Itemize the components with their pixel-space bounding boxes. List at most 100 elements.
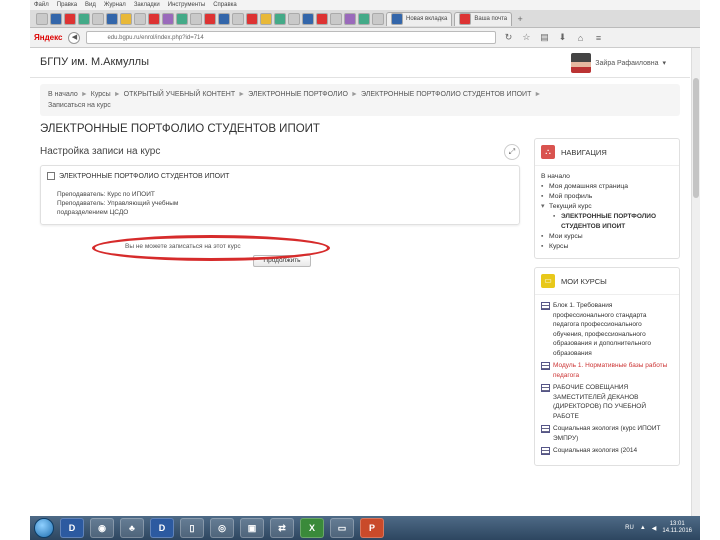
download-icon[interactable]: ⬇	[556, 32, 568, 43]
nav-item-my-courses[interactable]: Мои курсы	[541, 232, 673, 242]
firefox-icon[interactable]: ◉	[90, 518, 114, 538]
clock[interactable]: 13:01 14.11.2016	[662, 521, 692, 535]
tab-favicon[interactable]	[302, 12, 314, 25]
tab-favicon[interactable]	[330, 12, 342, 25]
chrome-icon[interactable]: ◎	[210, 518, 234, 538]
list-item[interactable]: Блок 1. Требования профессионального ста…	[541, 301, 673, 358]
powerpoint-icon[interactable]: P	[360, 518, 384, 538]
reload-icon[interactable]: ↻	[502, 32, 514, 43]
tab-favicon[interactable]	[120, 12, 132, 25]
tab-favicon[interactable]	[274, 12, 286, 25]
list-item[interactable]: Социальная экология (курс ИПОИТ ЭМПРУ)	[541, 424, 673, 443]
scroll-thumb[interactable]	[693, 78, 699, 198]
course-icon	[541, 362, 550, 370]
tab-favicon[interactable]	[36, 12, 48, 25]
nav-item-home[interactable]: В начало	[541, 172, 673, 182]
tab-favicon[interactable]	[78, 12, 90, 25]
yandex-logo: Яндекс	[34, 33, 63, 42]
hamburger-menu-icon[interactable]: ≡	[592, 33, 604, 43]
tab-favicon[interactable]	[232, 12, 244, 25]
nav-item-course[interactable]: ЭЛЕКТРОННЫЕ ПОРТФОЛИО СТУДЕНТОВ ИПОИТ	[541, 212, 673, 232]
course-icon	[541, 384, 550, 392]
course-link[interactable]: Модуль 1. Нормативные базы работы педаго…	[553, 361, 673, 380]
monitor-icon[interactable]: ▣	[240, 518, 264, 538]
menu-bookmarks[interactable]: Закладки	[134, 2, 160, 8]
tab-mail[interactable]: Ваша почта	[454, 11, 513, 26]
browser-tabs-bar: Новая вкладка Ваша почта +	[30, 10, 700, 28]
document-icon[interactable]: ▯	[180, 518, 204, 538]
tab-favicon[interactable]	[344, 12, 356, 25]
tab-favicon[interactable]	[190, 12, 202, 25]
course-link[interactable]: РАБОЧИЕ СОВЕЩАНИЯ ЗАМЕСТИТЕЛЕЙ ДЕКАНОВ (…	[553, 383, 673, 421]
course-link[interactable]: Блок 1. Требования профессионального ста…	[553, 301, 673, 358]
nav-item-current-course[interactable]: Текущий курс	[541, 202, 673, 212]
tab-favicon[interactable]	[50, 12, 62, 25]
bookmark-icon[interactable]: ▤	[538, 32, 550, 43]
tab-favicon[interactable]	[372, 12, 384, 25]
tab-favicon[interactable]	[358, 12, 370, 25]
os-taskbar: D ◉ ♣ D ▯ ◎ ▣ ⇄ X ▭ P RU ▲ ◀ 13:01 14.11…	[30, 516, 700, 540]
tab-favicon[interactable]	[316, 12, 328, 25]
teacher-line[interactable]: Преподаватель: Курс по ИПОИТ	[57, 190, 513, 199]
home-icon[interactable]: ⌂	[574, 33, 586, 43]
tab-favicon[interactable]	[246, 12, 258, 25]
nav-item-profile[interactable]: Мой профиль	[541, 192, 673, 202]
navigation-block-header[interactable]: ⛬ НАВИГАЦИЯ	[535, 139, 679, 166]
back-icon[interactable]: ◀	[68, 31, 81, 44]
site-name[interactable]: БГПУ им. М.Акмуллы	[40, 56, 149, 68]
breadcrumb-item[interactable]: ЭЛЕКТРОННЫЕ ПОРТФОЛИО	[248, 91, 348, 98]
tab-favicon[interactable]	[64, 12, 76, 25]
menu-file[interactable]: Файл	[34, 2, 49, 8]
teacher-line[interactable]: подразделением ЦСДО	[57, 208, 513, 217]
nav-item-dashboard[interactable]: Моя домашняя страница	[541, 182, 673, 192]
course-link[interactable]: Социальная экология (2014	[553, 446, 637, 456]
taskbar-app-button[interactable]: D	[60, 518, 84, 538]
list-item[interactable]: РАБОЧИЕ СОВЕЩАНИЯ ЗАМЕСТИТЕЛЕЙ ДЕКАНОВ (…	[541, 383, 673, 421]
tab-favicon[interactable]	[106, 12, 118, 25]
start-button[interactable]	[34, 518, 54, 538]
list-item[interactable]: Модуль 1. Нормативные базы работы педаго…	[541, 361, 673, 380]
tab-new[interactable]: Новая вкладка	[386, 11, 453, 26]
teacher-line[interactable]: Преподаватель: Управляющий учебным	[57, 199, 513, 208]
language-indicator[interactable]: RU	[625, 525, 634, 531]
menu-history[interactable]: Журнал	[104, 2, 126, 8]
my-courses-header[interactable]: ▭ МОИ КУРСЫ	[535, 268, 679, 295]
user-menu[interactable]: Зайра Рафаиловна ▾	[571, 53, 666, 73]
list-item[interactable]: Социальная экология (2014	[541, 446, 673, 456]
star-icon[interactable]: ☆	[520, 32, 532, 43]
volume-icon[interactable]: ◀	[652, 525, 657, 532]
page-scrollbar[interactable]	[691, 48, 700, 516]
sidebar: ⛬ НАВИГАЦИЯ В начало Моя домашняя страни…	[534, 138, 680, 474]
app-icon[interactable]: ♣	[120, 518, 144, 538]
menu-edit[interactable]: Правка	[57, 2, 77, 8]
tab-favicon[interactable]	[134, 12, 146, 25]
tab-favicon[interactable]	[260, 12, 272, 25]
flag-icon[interactable]: ▲	[640, 525, 646, 531]
folder-icon[interactable]: ▭	[330, 518, 354, 538]
course-name[interactable]: ЭЛЕКТРОННЫЕ ПОРТФОЛИО СТУДЕНТОВ ИПОИТ	[59, 173, 229, 180]
breadcrumb-item[interactable]: Курсы	[91, 91, 111, 98]
new-tab-icon[interactable]: +	[514, 14, 526, 24]
tab-favicon[interactable]	[218, 12, 230, 25]
menu-view[interactable]: Вид	[85, 2, 96, 8]
breadcrumb-item[interactable]: ЭЛЕКТРОННЫЕ ПОРТФОЛИО СТУДЕНТОВ ИПОИТ	[361, 91, 531, 98]
excel-icon[interactable]: X	[300, 518, 324, 538]
nav-item-courses[interactable]: Курсы	[541, 242, 673, 252]
breadcrumb-item[interactable]: В начало	[48, 91, 78, 98]
course-link[interactable]: Социальная экология (курс ИПОИТ ЭМПРУ)	[553, 424, 673, 443]
clock-date: 14.11.2016	[662, 528, 692, 534]
menu-tools[interactable]: Инструменты	[168, 2, 205, 8]
tab-favicon[interactable]	[162, 12, 174, 25]
url-input[interactable]: edu.bgpu.ru/enrol/index.php?id=714	[86, 31, 497, 44]
tab-favicon[interactable]	[204, 12, 216, 25]
tab-favicon[interactable]	[288, 12, 300, 25]
menu-help[interactable]: Справка	[213, 2, 237, 8]
network-icon[interactable]: ⇄	[270, 518, 294, 538]
tab-favicon[interactable]	[176, 12, 188, 25]
taskbar-app-button[interactable]: D	[150, 518, 174, 538]
graduation-cap-icon: ▭	[541, 274, 555, 288]
tab-favicon[interactable]	[148, 12, 160, 25]
tab-favicon[interactable]	[92, 12, 104, 25]
breadcrumb-item[interactable]: ОТКРЫТЫЙ УЧЕБНЫЙ КОНТЕНТ	[124, 91, 236, 98]
expand-icon[interactable]: ⤢	[504, 144, 520, 160]
